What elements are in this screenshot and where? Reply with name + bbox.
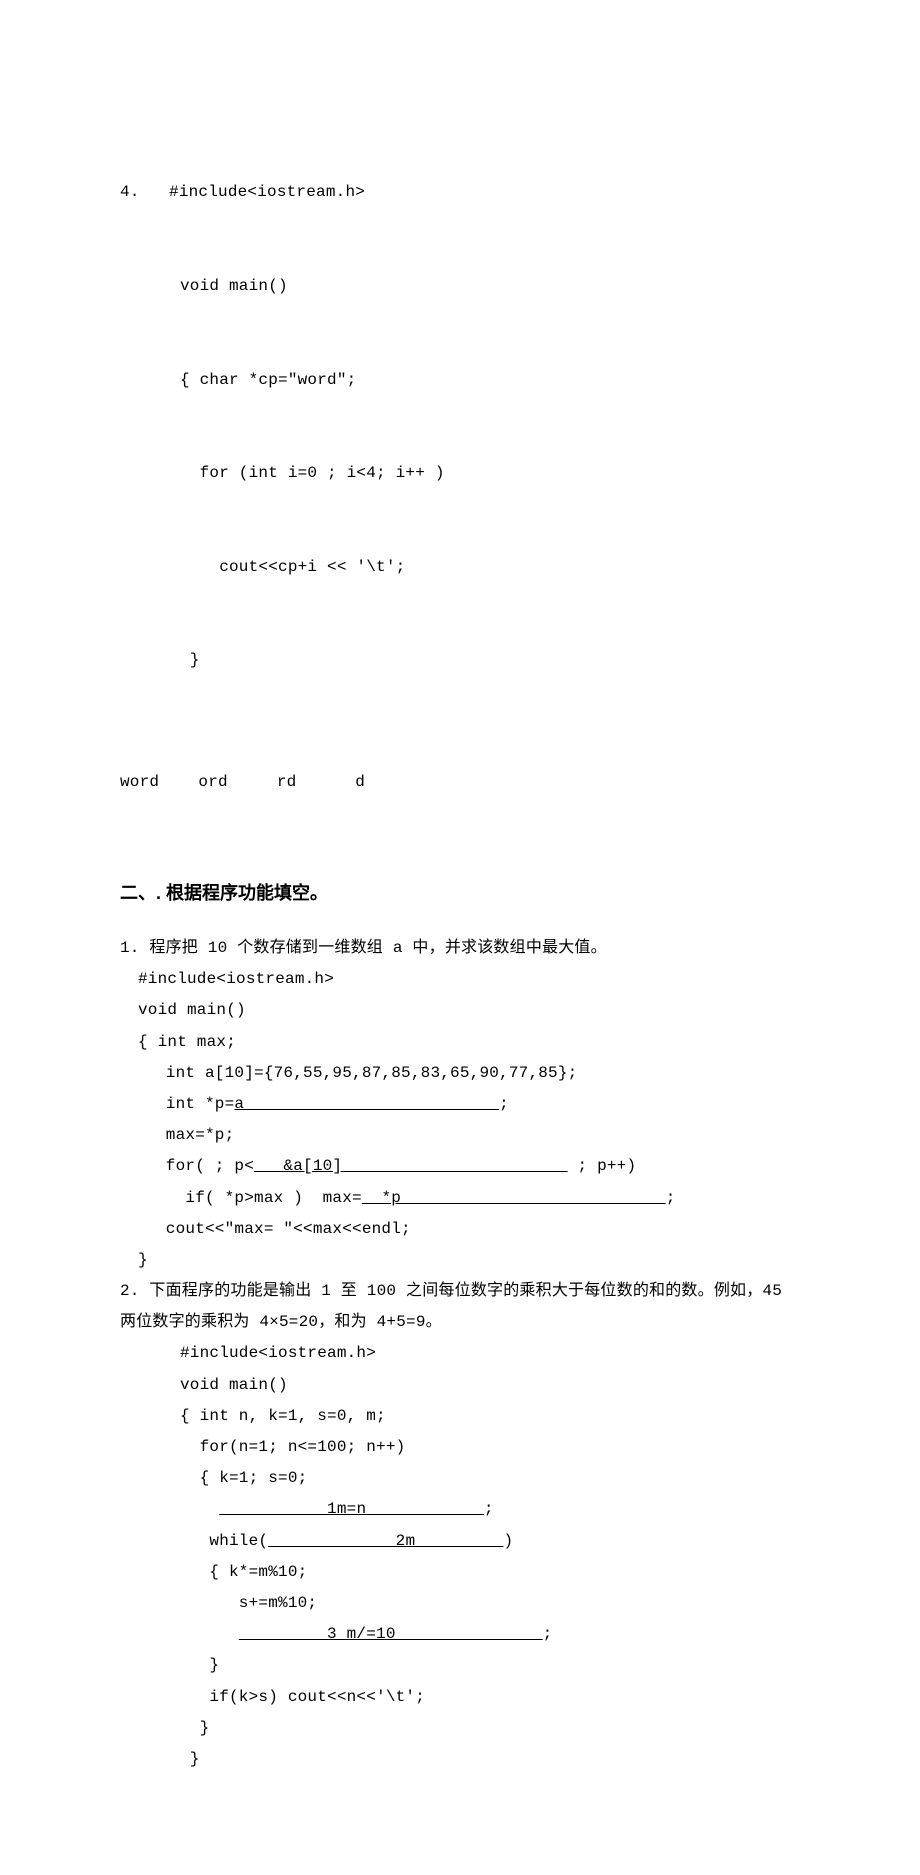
code-line: { k=1; s=0;: [120, 1463, 800, 1494]
question-2-desc: 2. 下面程序的功能是输出 1 至 100 之间每位数字的乘积大于每位数的和的数…: [120, 1276, 800, 1338]
code-line: }: [120, 1245, 800, 1276]
code-line: void main(): [120, 271, 800, 302]
code-line: }: [120, 645, 800, 676]
blank-fill: *p: [362, 1189, 666, 1207]
document-page: 4. #include<iostream.h> void main() { ch…: [0, 0, 920, 1875]
code-line: }: [120, 1713, 800, 1744]
question-1-desc: 1. 程序把 10 个数存储到一维数组 a 中，并求该数组中最大值。: [120, 933, 800, 964]
code-line: 4. #include<iostream.h>: [120, 177, 800, 208]
code-line: cout<<"max= "<<max<<endl;: [120, 1214, 800, 1245]
section-title: 二、. 根据程序功能填空。: [120, 876, 800, 911]
blank-fill: &a[10]: [254, 1157, 568, 1175]
code-block-4: 4. #include<iostream.h> void main() { ch…: [120, 115, 800, 739]
code-line: { int n, k=1, s=0, m;: [120, 1401, 800, 1432]
code-line: for (int i=0 ; i<4; i++ ): [120, 458, 800, 489]
code-line: }: [120, 1650, 800, 1681]
code-line: if(k>s) cout<<n<<'\t';: [120, 1682, 800, 1713]
code-line: void main(): [120, 995, 800, 1026]
code-line: while( 2m ): [120, 1526, 800, 1557]
code-line: #include<iostream.h>: [120, 1338, 800, 1369]
blank-fill: a: [234, 1095, 499, 1113]
code-line: { int max;: [120, 1027, 800, 1058]
code-line: for(n=1; n<=100; n++): [120, 1432, 800, 1463]
code-line: 1m=n ;: [120, 1494, 800, 1525]
blank-fill: 3 m/=10: [239, 1625, 543, 1643]
code-line: void main(): [120, 1370, 800, 1401]
code-line: cout<<cp+i << '\t';: [120, 552, 800, 583]
code-line: 3 m/=10 ;: [120, 1619, 800, 1650]
code-line: int a[10]={76,55,95,87,85,83,65,90,77,85…: [120, 1058, 800, 1089]
code-line: #include<iostream.h>: [120, 964, 800, 995]
code-line: max=*p;: [120, 1120, 800, 1151]
program-output: word ord rd d: [120, 767, 800, 798]
code-line: s+=m%10;: [120, 1588, 800, 1619]
code-line: int *p=a ;: [120, 1089, 800, 1120]
code-line: { char *cp="word";: [120, 365, 800, 396]
code-line: for( ; p< &a[10] ; p++): [120, 1151, 800, 1182]
code-line: }: [120, 1744, 800, 1775]
blank-fill: 2m: [268, 1532, 503, 1550]
blank-fill: 1m=n: [219, 1500, 484, 1518]
code-line: if( *p>max ) max= *p ;: [120, 1183, 800, 1214]
code-line: { k*=m%10;: [120, 1557, 800, 1588]
